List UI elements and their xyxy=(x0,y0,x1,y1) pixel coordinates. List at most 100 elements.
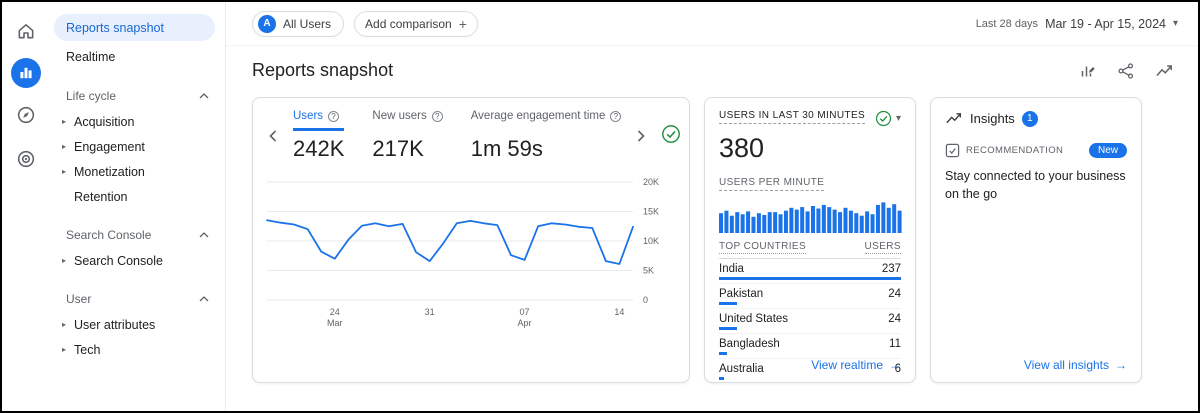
section-label: Life cycle xyxy=(66,89,116,103)
country-bar xyxy=(719,277,901,280)
sidebar-item-label: Tech xyxy=(74,343,100,357)
country-row: Pakistan 24 xyxy=(719,284,901,309)
expand-arrow-icon: ▸ xyxy=(58,167,70,176)
country-bar xyxy=(719,352,727,355)
sidebar-item-reports-snapshot[interactable]: Reports snapshot xyxy=(54,14,215,41)
view-all-insights-link[interactable]: View all insights → xyxy=(1024,358,1127,372)
country-name: United States xyxy=(719,313,788,325)
chevron-down-icon: ▾ xyxy=(896,113,901,124)
country-bar xyxy=(719,327,737,330)
insights-icon xyxy=(945,110,963,127)
sidebar-item-label: Acquisition xyxy=(74,115,134,129)
sidebar-section-search-console[interactable]: Search Console xyxy=(50,221,225,248)
svg-text:10K: 10K xyxy=(643,236,659,246)
data-quality-check-icon[interactable] xyxy=(661,124,681,144)
cards-row: Users ? 242K New users ? 217K xyxy=(226,81,1198,383)
chevron-left-icon[interactable] xyxy=(261,124,285,148)
info-icon[interactable]: ? xyxy=(328,111,339,122)
insights-icon[interactable] xyxy=(1155,62,1174,80)
users-header: USERS xyxy=(865,241,901,254)
info-icon[interactable]: ? xyxy=(610,111,621,122)
metric-value: 242K xyxy=(293,136,344,162)
share-icon[interactable] xyxy=(1117,62,1135,80)
insights-card: Insights 1 RECOMMENDATION New Stay conne… xyxy=(930,97,1142,383)
country-row: India 237 xyxy=(719,259,901,284)
date-range-selector[interactable]: Last 28 days Mar 19 - Apr 15, 2024 ▾ xyxy=(976,17,1178,31)
sidebar-item-search-console[interactable]: ▸ Search Console xyxy=(50,248,225,273)
recommendation-label: RECOMMENDATION xyxy=(966,145,1063,156)
realtime-title: USERS IN LAST 30 MINUTES xyxy=(719,110,865,124)
plus-icon: + xyxy=(459,16,467,32)
sidebar-section-user[interactable]: User xyxy=(50,285,225,312)
chevron-up-icon xyxy=(199,296,209,302)
country-name: Pakistan xyxy=(719,288,763,300)
country-bar xyxy=(719,302,737,305)
info-icon[interactable]: ? xyxy=(432,111,443,122)
insights-title: Insights xyxy=(970,111,1015,126)
sidebar-item-label: Monetization xyxy=(74,165,145,179)
realtime-status-dropdown[interactable]: ▾ xyxy=(875,110,901,127)
expand-arrow-icon: ▸ xyxy=(58,320,70,329)
explore-icon[interactable] xyxy=(9,98,43,132)
chevron-up-icon xyxy=(199,93,209,99)
svg-text:15K: 15K xyxy=(643,207,659,217)
segment-all-users-pill[interactable]: A All Users xyxy=(252,11,344,37)
country-users: 11 xyxy=(889,338,901,350)
recommendation-icon xyxy=(945,143,960,158)
expand-arrow-icon: ▸ xyxy=(58,256,70,265)
expand-arrow-icon: ▸ xyxy=(58,142,70,151)
svg-text:Mar: Mar xyxy=(327,318,343,328)
sidebar-item-label: Search Console xyxy=(74,254,163,268)
expand-arrow-icon: ▸ xyxy=(58,117,70,126)
advertising-icon[interactable] xyxy=(9,142,43,176)
page-title: Reports snapshot xyxy=(252,60,393,81)
svg-text:14: 14 xyxy=(614,307,624,317)
users-line-chart[interactable]: 05K10K15K20K24Mar3107Apr14 xyxy=(261,172,679,338)
metric-label: Average engagement time xyxy=(471,110,606,122)
country-row: Bangladesh 11 xyxy=(719,334,901,359)
country-row: United States 24 xyxy=(719,309,901,334)
svg-text:24: 24 xyxy=(330,307,340,317)
metric-tab-users[interactable]: Users ? 242K xyxy=(293,110,344,162)
reports-icon[interactable] xyxy=(11,58,41,88)
chevron-right-icon[interactable] xyxy=(629,124,653,148)
segment-badge: A xyxy=(258,15,276,33)
new-badge: New xyxy=(1089,143,1127,158)
customize-report-icon[interactable] xyxy=(1079,62,1097,80)
add-comparison-button[interactable]: Add comparison + xyxy=(354,11,478,37)
view-realtime-link[interactable]: View realtime → xyxy=(811,358,901,372)
sidebar-section-life-cycle[interactable]: Life cycle xyxy=(50,82,225,109)
sidebar-item-engagement[interactable]: ▸ Engagement xyxy=(50,134,225,159)
sidebar-item-retention[interactable]: ▸ Retention xyxy=(50,184,225,209)
comparison-bar: A All Users Add comparison + Last 28 day… xyxy=(226,2,1198,46)
insight-message[interactable]: Stay connected to your business on the g… xyxy=(945,167,1127,203)
date-range-value: Mar 19 - Apr 15, 2024 xyxy=(1045,17,1166,31)
sidebar-item-user-attributes[interactable]: ▸ User attributes xyxy=(50,312,225,337)
metric-tab-avg-engagement-time[interactable]: Average engagement time ? 1m 59s xyxy=(471,110,622,162)
sidebar-item-tech[interactable]: ▸ Tech xyxy=(50,337,225,362)
add-comparison-label: Add comparison xyxy=(365,17,452,31)
check-circle-icon xyxy=(875,110,892,127)
metric-value: 1m 59s xyxy=(471,136,622,162)
reports-sidebar: Reports snapshot Realtime Life cycle ▸ A… xyxy=(50,2,226,411)
metric-tab-new-users[interactable]: New users ? 217K xyxy=(372,110,442,162)
sidebar-item-label: Engagement xyxy=(74,140,145,154)
users-per-minute-chart xyxy=(719,197,903,233)
section-label: Search Console xyxy=(66,228,151,242)
link-label: View all insights xyxy=(1024,358,1109,372)
country-users: 24 xyxy=(888,288,901,300)
users-last-30-min-value: 380 xyxy=(719,133,901,164)
sidebar-item-monetization[interactable]: ▸ Monetization xyxy=(50,159,225,184)
country-name: Bangladesh xyxy=(719,338,780,350)
sidebar-item-acquisition[interactable]: ▸ Acquisition xyxy=(50,109,225,134)
country-users: 237 xyxy=(882,263,901,275)
home-icon[interactable] xyxy=(9,14,43,48)
top-countries-header: TOP COUNTRIES xyxy=(719,241,806,254)
svg-text:5K: 5K xyxy=(643,266,654,276)
svg-text:0: 0 xyxy=(643,295,648,305)
sidebar-item-label: User attributes xyxy=(74,318,155,332)
country-bar xyxy=(719,377,724,380)
arrow-right-icon: → xyxy=(889,358,901,372)
sidebar-item-realtime[interactable]: Realtime xyxy=(50,43,225,70)
country-users: 24 xyxy=(888,313,901,325)
